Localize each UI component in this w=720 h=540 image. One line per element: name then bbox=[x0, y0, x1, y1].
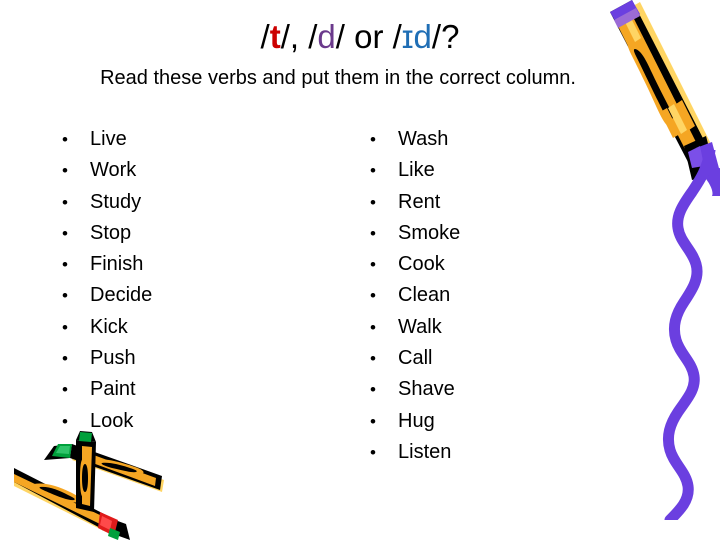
verb-label: Live bbox=[90, 128, 127, 150]
crossed-crayons-icon bbox=[14, 416, 184, 540]
list-item: Cook bbox=[366, 249, 616, 281]
list-item: Call bbox=[366, 343, 616, 375]
list-item: Smoke bbox=[366, 218, 616, 250]
title-segment-lead-slash: / bbox=[260, 18, 270, 55]
list-item: Work bbox=[58, 155, 308, 187]
slide-canvas: /t/, /d/ or /ɪd/? Read these verbs and p… bbox=[0, 0, 720, 540]
verb-label: Call bbox=[398, 347, 433, 370]
verb-label: Stop bbox=[90, 221, 132, 244]
list-item: Finish bbox=[58, 249, 308, 281]
list-item: Listen bbox=[366, 437, 616, 469]
title-phoneme-d: d bbox=[317, 18, 336, 55]
list-item: Rent bbox=[366, 187, 616, 219]
verb-label: Hug bbox=[398, 409, 435, 432]
list-item: Stop bbox=[58, 218, 308, 250]
list-item: Walk bbox=[366, 312, 616, 344]
verb-label: Finish bbox=[90, 253, 144, 276]
verb-label: Paint bbox=[90, 378, 136, 401]
title-segment-or: / or / bbox=[335, 18, 402, 55]
verb-label: Push bbox=[90, 347, 136, 370]
list-item: Hug bbox=[366, 406, 616, 438]
list-item: Clean bbox=[366, 280, 616, 312]
verb-list-left: Live Work Study Stop Finish Decide Kick … bbox=[58, 124, 308, 437]
title-phoneme-t: t bbox=[269, 18, 281, 55]
list-item: Study bbox=[58, 187, 308, 219]
verb-label: Cook bbox=[398, 253, 445, 276]
verb-label: Decide bbox=[90, 284, 153, 307]
verb-list-right: Wash Like Rent Smoke Cook Clean Walk Cal… bbox=[366, 124, 616, 469]
list-item: Paint bbox=[58, 374, 308, 406]
title-phoneme-id: ɪd bbox=[401, 18, 432, 55]
list-item: Wash bbox=[366, 124, 616, 156]
list-item: Shave bbox=[366, 374, 616, 406]
verb-label: Rent bbox=[398, 190, 441, 213]
verb-label: Listen bbox=[398, 440, 452, 463]
verb-label: Work bbox=[90, 159, 137, 182]
title-segment-tail: /? bbox=[431, 18, 460, 55]
verb-label: Like bbox=[398, 159, 435, 182]
verb-label: Smoke bbox=[398, 221, 461, 244]
instruction-text: Read these verbs and put them in the cor… bbox=[100, 67, 576, 89]
verb-label: Clean bbox=[398, 284, 451, 307]
title-segment-mid: /, / bbox=[280, 18, 318, 55]
list-item: Decide bbox=[58, 280, 308, 312]
list-item: Kick bbox=[58, 312, 308, 344]
list-item: Like bbox=[366, 155, 616, 187]
verb-label: Wash bbox=[398, 128, 449, 150]
verb-label: Shave bbox=[398, 378, 455, 401]
verb-label: Walk bbox=[398, 315, 442, 338]
list-item: Push bbox=[58, 343, 308, 375]
verb-label: Kick bbox=[90, 315, 128, 338]
verb-label: Study bbox=[90, 190, 142, 213]
list-item: Live bbox=[58, 124, 308, 156]
purple-squiggle-line-icon bbox=[648, 150, 720, 520]
